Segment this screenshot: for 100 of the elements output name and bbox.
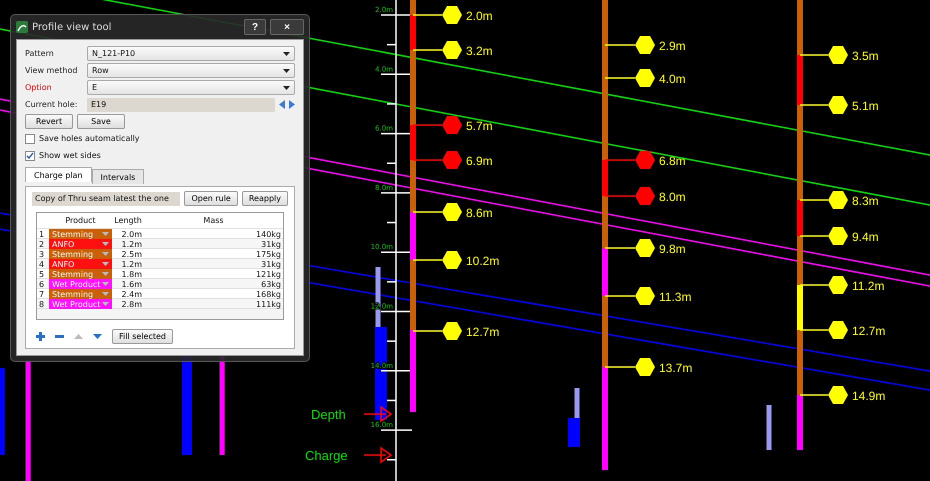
product-dropdown[interactable]: ANFO	[49, 239, 112, 249]
tab[interactable]: Intervals	[92, 169, 144, 184]
table-cell-text: 31kg	[260, 260, 282, 268]
scale-tick	[387, 459, 396, 460]
deck-marker[interactable]	[605, 358, 655, 376]
scale-tick	[381, 370, 412, 372]
table-cell-text: 140kg	[255, 230, 282, 238]
deck-marker[interactable]	[800, 191, 848, 209]
deck-marker[interactable]	[413, 116, 462, 134]
deck-marker[interactable]	[413, 41, 462, 59]
deck-marker[interactable]	[605, 69, 655, 87]
scale-tick	[387, 281, 396, 283]
arrow-icon	[364, 406, 392, 422]
table-cell-text: 2.8m	[120, 300, 143, 308]
product-dropdown[interactable]: Stemming	[49, 289, 112, 299]
checkbox-label: Show wet sides	[39, 151, 101, 160]
deck-marker[interactable]	[413, 203, 462, 221]
deck-marker[interactable]	[605, 287, 655, 305]
deck-marker[interactable]	[605, 151, 655, 169]
marker-label: 3.2m	[466, 44, 493, 58]
scale-tick	[381, 74, 412, 76]
tab[interactable]: Charge plan	[25, 167, 92, 182]
deck-marker[interactable]	[413, 251, 462, 269]
marker-label: 12.7m	[466, 325, 500, 339]
scale-tick	[381, 429, 412, 431]
hole-field: E19	[87, 98, 275, 112]
field-label: Current hole:	[25, 100, 78, 109]
deck-marker[interactable]	[413, 151, 462, 169]
column-header: Mass	[202, 216, 225, 225]
scale-tick	[387, 222, 396, 224]
marker-label: 2.0m	[466, 9, 493, 23]
dialog-button[interactable]: Save	[77, 114, 125, 129]
marker-label: 12.7m	[852, 324, 886, 338]
dropdown[interactable]: E	[87, 80, 295, 95]
scale-tick	[387, 340, 396, 342]
marker-label: 13.7m	[659, 361, 692, 375]
product-dropdown[interactable]: Stemming	[49, 269, 112, 279]
row-number: 6	[38, 280, 46, 288]
row-number: 3	[38, 250, 46, 258]
column-header: Length	[113, 216, 143, 225]
dialog-button[interactable]: Revert	[25, 114, 73, 129]
table-cell-text: 1.6m	[120, 280, 143, 288]
caret-icon	[283, 86, 290, 90]
deck-marker[interactable]	[605, 187, 655, 205]
previous-icon[interactable]	[279, 100, 285, 109]
deck-marker[interactable]	[800, 46, 848, 64]
close-button[interactable]: ×	[270, 19, 304, 35]
scale-tick	[381, 310, 412, 312]
help-button[interactable]: ?	[244, 19, 266, 35]
scale-tick	[387, 162, 396, 164]
table-cell-text: 2.0m	[120, 230, 143, 238]
table-cell-text: 63kg	[260, 280, 282, 288]
table-cell-text: 1.8m	[120, 270, 143, 278]
checkbox[interactable]	[25, 134, 35, 144]
marker-label: 6.8m	[659, 154, 686, 168]
deck-marker[interactable]	[800, 321, 848, 339]
row-number: 8	[38, 300, 46, 308]
marker-label: 11.3m	[659, 290, 692, 304]
next-icon[interactable]	[289, 100, 295, 109]
deck-marker[interactable]	[605, 239, 655, 257]
hole-bar	[766, 405, 772, 450]
deck-marker[interactable]	[413, 322, 462, 340]
arrow-icon	[364, 446, 392, 464]
deck-marker[interactable]	[800, 276, 848, 294]
row-number: 4	[38, 260, 46, 268]
product-dropdown[interactable]: Stemming	[49, 249, 112, 259]
legend-label: Charge	[305, 448, 348, 463]
checkbox[interactable]	[25, 150, 35, 160]
checkbox-label: Save holes automatically	[39, 134, 140, 143]
marker-label: 5.7m	[466, 119, 493, 133]
product-dropdown[interactable]: ANFO	[49, 259, 112, 269]
app-logo-icon	[16, 21, 28, 33]
row-number: 7	[38, 290, 46, 298]
deck-marker[interactable]	[800, 96, 848, 114]
row-number: 2	[38, 240, 46, 248]
deck-marker[interactable]	[800, 227, 848, 245]
product-dropdown[interactable]: Stemming	[49, 229, 112, 239]
deck-marker[interactable]	[800, 386, 848, 404]
deck-marker[interactable]	[605, 36, 655, 54]
dropdown[interactable]: Row	[87, 63, 295, 78]
marker-label: 6.9m	[466, 154, 493, 168]
marker-label: 8.6m	[466, 206, 493, 220]
legend-label: Depth	[311, 407, 346, 422]
scale-tick	[387, 400, 396, 402]
caret-icon	[283, 52, 290, 56]
rule-button[interactable]: Open rule	[184, 191, 238, 206]
field-label: Option	[25, 83, 53, 92]
dropdown[interactable]: N_121-P10	[87, 46, 295, 61]
marker-label: 8.0m	[659, 190, 686, 204]
table-cell-text: 175kg	[255, 250, 282, 258]
fill-selected-button[interactable]: Fill selected	[112, 329, 173, 344]
move-down-icon[interactable]	[93, 334, 102, 339]
add-icon[interactable]	[36, 332, 45, 341]
scale-tick	[381, 14, 412, 16]
deck-marker[interactable]	[413, 6, 462, 24]
marker-label: 4.0m	[659, 72, 686, 86]
scale-tick	[381, 192, 412, 194]
rule-button[interactable]: Reapply	[242, 191, 288, 206]
table-cell-text: 31kg	[260, 240, 282, 248]
rule-field: Copy of Thru seam latest the one	[32, 192, 180, 206]
